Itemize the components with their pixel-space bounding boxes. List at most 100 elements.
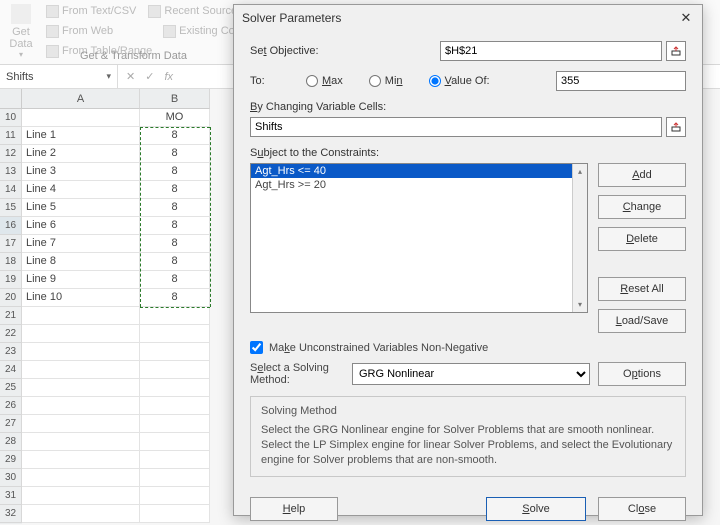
constraint-item[interactable]: Agt_Hrs >= 20 <box>251 178 587 192</box>
ref-select-button[interactable] <box>666 117 686 137</box>
row-header[interactable]: 31 <box>0 487 22 505</box>
cell[interactable]: 8 <box>140 271 210 289</box>
from-web-button[interactable]: From Web <box>42 25 117 38</box>
row-header[interactable]: 19 <box>0 271 22 289</box>
help-button[interactable]: Help <box>250 497 338 521</box>
row-header[interactable]: 23 <box>0 343 22 361</box>
cell[interactable]: Line 5 <box>22 199 140 217</box>
cell[interactable]: 8 <box>140 199 210 217</box>
cell[interactable] <box>140 433 210 451</box>
cell[interactable] <box>22 307 140 325</box>
row-header[interactable]: 17 <box>0 235 22 253</box>
unconstrained-checkbox[interactable] <box>250 341 263 354</box>
row-header[interactable]: 12 <box>0 145 22 163</box>
cell[interactable] <box>22 505 140 523</box>
delete-button[interactable]: Delete <box>598 227 686 251</box>
cell[interactable] <box>22 469 140 487</box>
valueof-input[interactable] <box>556 71 686 91</box>
reset-all-button[interactable]: Reset All <box>598 277 686 301</box>
cell[interactable]: Line 1 <box>22 127 140 145</box>
col-header-b[interactable]: B <box>140 89 210 109</box>
cell[interactable]: Line 6 <box>22 217 140 235</box>
cell[interactable]: Line 4 <box>22 181 140 199</box>
row-header[interactable]: 18 <box>0 253 22 271</box>
cell[interactable] <box>140 343 210 361</box>
cell[interactable]: 8 <box>140 217 210 235</box>
row-header[interactable]: 30 <box>0 469 22 487</box>
constraints-listbox[interactable]: Agt_Hrs <= 40 Agt_Hrs >= 20 ▴▾ <box>250 163 588 313</box>
cell[interactable] <box>140 505 210 523</box>
cell[interactable] <box>22 109 140 127</box>
changing-cells-input[interactable] <box>250 117 662 137</box>
row-header[interactable]: 24 <box>0 361 22 379</box>
cell[interactable] <box>22 379 140 397</box>
max-radio[interactable]: Max <box>306 75 343 87</box>
ref-select-button[interactable] <box>666 41 686 61</box>
scroll-up-icon[interactable]: ▴ <box>573 164 587 179</box>
cell[interactable] <box>22 343 140 361</box>
options-button[interactable]: Options <box>598 362 686 386</box>
load-save-button[interactable]: Load/Save <box>598 309 686 333</box>
valueof-radio[interactable]: Value Of: <box>429 75 490 87</box>
cell[interactable]: 8 <box>140 235 210 253</box>
cell[interactable] <box>140 415 210 433</box>
cell[interactable]: 8 <box>140 253 210 271</box>
cell[interactable]: 8 <box>140 181 210 199</box>
cell[interactable] <box>140 361 210 379</box>
cell[interactable] <box>22 397 140 415</box>
cell[interactable]: Line 7 <box>22 235 140 253</box>
row-header[interactable]: 32 <box>0 505 22 523</box>
close-button[interactable]: Close <box>598 497 686 521</box>
row-header[interactable]: 16 <box>0 217 22 235</box>
fx-icon[interactable]: fx <box>164 71 173 83</box>
cell[interactable] <box>140 487 210 505</box>
cell[interactable] <box>140 451 210 469</box>
cell[interactable] <box>22 325 140 343</box>
chevron-down-icon[interactable]: ▾ <box>106 71 111 82</box>
cell[interactable] <box>140 307 210 325</box>
cell[interactable]: 8 <box>140 127 210 145</box>
solve-button[interactable]: Solve <box>486 497 586 521</box>
close-icon[interactable]: ✕ <box>678 10 694 26</box>
cell[interactable] <box>22 415 140 433</box>
get-data-button[interactable]: Get Data ▾ <box>6 4 36 59</box>
change-button[interactable]: Change <box>598 195 686 219</box>
add-button[interactable]: Add <box>598 163 686 187</box>
cell[interactable]: Line 8 <box>22 253 140 271</box>
recent-sources-button[interactable]: Recent Sources <box>144 5 246 18</box>
row-header[interactable]: 25 <box>0 379 22 397</box>
row-header[interactable]: 27 <box>0 415 22 433</box>
row-header[interactable]: 28 <box>0 433 22 451</box>
cell[interactable]: 8 <box>140 145 210 163</box>
row-header[interactable]: 14 <box>0 181 22 199</box>
constraint-item[interactable]: Agt_Hrs <= 40 <box>251 164 587 178</box>
row-header[interactable]: 26 <box>0 397 22 415</box>
row-header[interactable]: 10 <box>0 109 22 127</box>
row-header[interactable]: 29 <box>0 451 22 469</box>
dialog-titlebar[interactable]: Solver Parameters ✕ <box>234 5 702 31</box>
cell[interactable]: Line 2 <box>22 145 140 163</box>
cell[interactable] <box>140 469 210 487</box>
cell[interactable]: 8 <box>140 289 210 307</box>
objective-input[interactable] <box>440 41 662 61</box>
cell[interactable]: Line 3 <box>22 163 140 181</box>
enter-icon[interactable]: ✓ <box>145 70 154 83</box>
solving-method-select[interactable]: GRG Nonlinear <box>352 363 590 385</box>
row-header[interactable]: 15 <box>0 199 22 217</box>
row-header[interactable]: 22 <box>0 325 22 343</box>
scrollbar[interactable]: ▴▾ <box>572 164 587 312</box>
select-all-corner[interactable] <box>0 89 22 109</box>
cell[interactable] <box>140 325 210 343</box>
cell[interactable] <box>140 397 210 415</box>
cell[interactable] <box>140 379 210 397</box>
cell[interactable]: MO <box>140 109 210 127</box>
cancel-icon[interactable]: ✕ <box>126 70 135 83</box>
cell[interactable] <box>22 361 140 379</box>
row-header[interactable]: 13 <box>0 163 22 181</box>
row-header[interactable]: 11 <box>0 127 22 145</box>
cell[interactable]: 8 <box>140 163 210 181</box>
scroll-down-icon[interactable]: ▾ <box>573 297 587 312</box>
cell[interactable] <box>22 451 140 469</box>
cell[interactable] <box>22 487 140 505</box>
min-radio[interactable]: Min <box>369 75 403 87</box>
